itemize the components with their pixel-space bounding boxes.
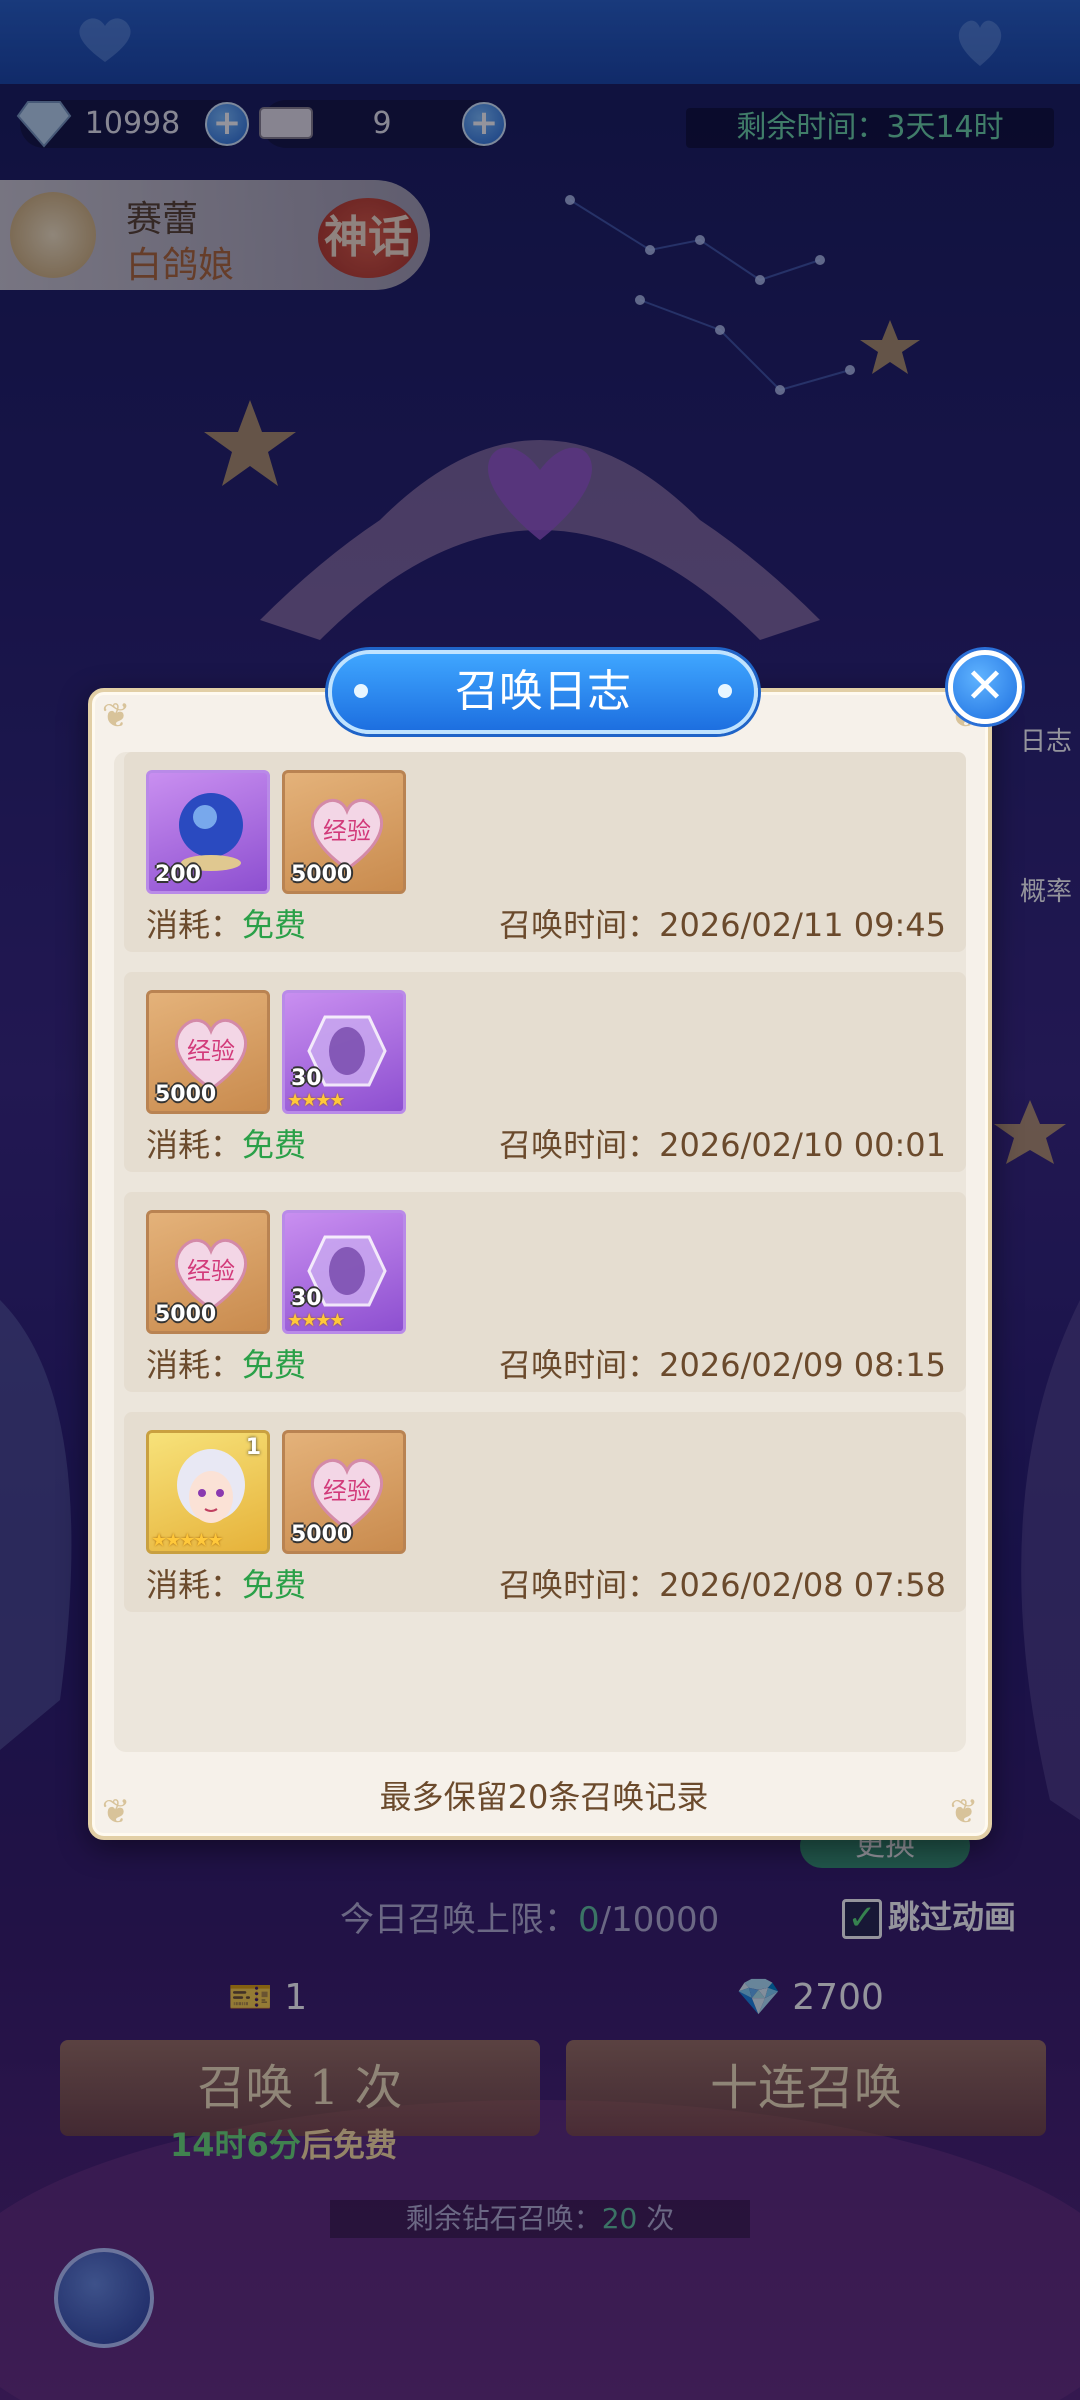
record-cost: 消耗：免费	[146, 900, 306, 946]
item-quantity: 5000	[155, 1082, 217, 1107]
character-portrait-icon	[177, 1449, 245, 1523]
svg-text:经验: 经验	[323, 817, 371, 845]
cost-value: 免费	[242, 1566, 307, 1604]
record-cost: 消耗：免费	[146, 1340, 306, 1386]
svg-text:经验: 经验	[323, 1477, 371, 1505]
cost-label: 消耗：	[146, 1126, 243, 1164]
cost-value: 免费	[242, 906, 307, 944]
max-records-note: 最多保留20条召唤记录	[379, 1778, 709, 1816]
summon-log-dialog: ❦ ❦ ❦ ❦ 召唤日志 200 经验 5000	[88, 650, 992, 1840]
item-quantity: 5000	[291, 1522, 353, 1547]
cost-label: 消耗：	[146, 906, 243, 944]
reward-item[interactable]: 经验 5000	[282, 770, 406, 894]
record-row: 200 经验 5000 消耗：免费 召唤时间：2026/02/11 09:45	[124, 752, 966, 952]
cost-label: 消耗：	[146, 1566, 243, 1604]
time-label: 召唤时间：	[499, 1346, 660, 1384]
time-label: 召唤时间：	[499, 906, 660, 944]
item-quantity: 5000	[155, 1302, 217, 1327]
reward-item[interactable]: 30 ★★★★	[282, 1210, 406, 1334]
record-time: 召唤时间：2026/02/09 08:15	[499, 1340, 946, 1386]
dialog-title-text: 召唤日志	[455, 666, 631, 717]
reward-item[interactable]: 30 ★★★★	[282, 990, 406, 1114]
item-quantity: 30	[291, 1066, 322, 1091]
time-value: 2026/02/09 08:15	[659, 1346, 946, 1384]
record-cost: 消耗：免费	[146, 1120, 306, 1166]
reward-item[interactable]: 经验 5000	[282, 1430, 406, 1554]
record-cost: 消耗：免费	[146, 1560, 306, 1606]
record-row: 经验 5000 30 ★★★★ 消耗：免费 召唤时间：2026/02/09 08…	[124, 1192, 966, 1392]
time-value: 2026/02/08 07:58	[659, 1566, 946, 1604]
title-dot-icon	[718, 684, 732, 698]
svg-text:经验: 经验	[187, 1037, 235, 1065]
svg-text:经验: 经验	[187, 1257, 235, 1285]
reward-item[interactable]: 经验 5000	[146, 1210, 270, 1334]
dialog-title: 召唤日志	[328, 650, 758, 734]
item-stars: ★★★★	[287, 1310, 346, 1331]
title-dot-icon	[354, 684, 368, 698]
item-quantity: 5000	[291, 862, 353, 887]
reward-item[interactable]: 1 ★★★★★	[146, 1430, 270, 1554]
time-label: 召唤时间：	[499, 1566, 660, 1604]
cost-value: 免费	[242, 1126, 307, 1164]
record-time: 召唤时间：2026/02/08 07:58	[499, 1560, 946, 1606]
item-level: 1	[245, 1435, 261, 1460]
record-time: 召唤时间：2026/02/11 09:45	[499, 900, 946, 946]
time-value: 2026/02/10 00:01	[659, 1126, 946, 1164]
close-icon: ✕	[964, 658, 1006, 714]
item-quantity: 200	[155, 862, 201, 887]
record-row: 经验 5000 30 ★★★★ 消耗：免费 召唤时间：2026/02/10 00…	[124, 972, 966, 1172]
record-time: 召唤时间：2026/02/10 00:01	[499, 1120, 946, 1166]
item-stars: ★★★★	[287, 1090, 346, 1111]
item-stars: ★★★★★	[151, 1530, 224, 1551]
reward-item[interactable]: 经验 5000	[146, 990, 270, 1114]
close-button[interactable]: ✕	[948, 650, 1022, 724]
time-label: 召唤时间：	[499, 1126, 660, 1164]
cost-label: 消耗：	[146, 1346, 243, 1384]
cost-value: 免费	[242, 1346, 307, 1384]
corner-ornament-icon: ❦	[101, 696, 131, 736]
reward-item[interactable]: 200	[146, 770, 270, 894]
record-row: 1 ★★★★★ 经验 5000 消耗：免费 召唤时间：2026/02/08 07…	[124, 1412, 966, 1612]
time-value: 2026/02/11 09:45	[659, 906, 946, 944]
item-quantity: 30	[291, 1286, 322, 1311]
